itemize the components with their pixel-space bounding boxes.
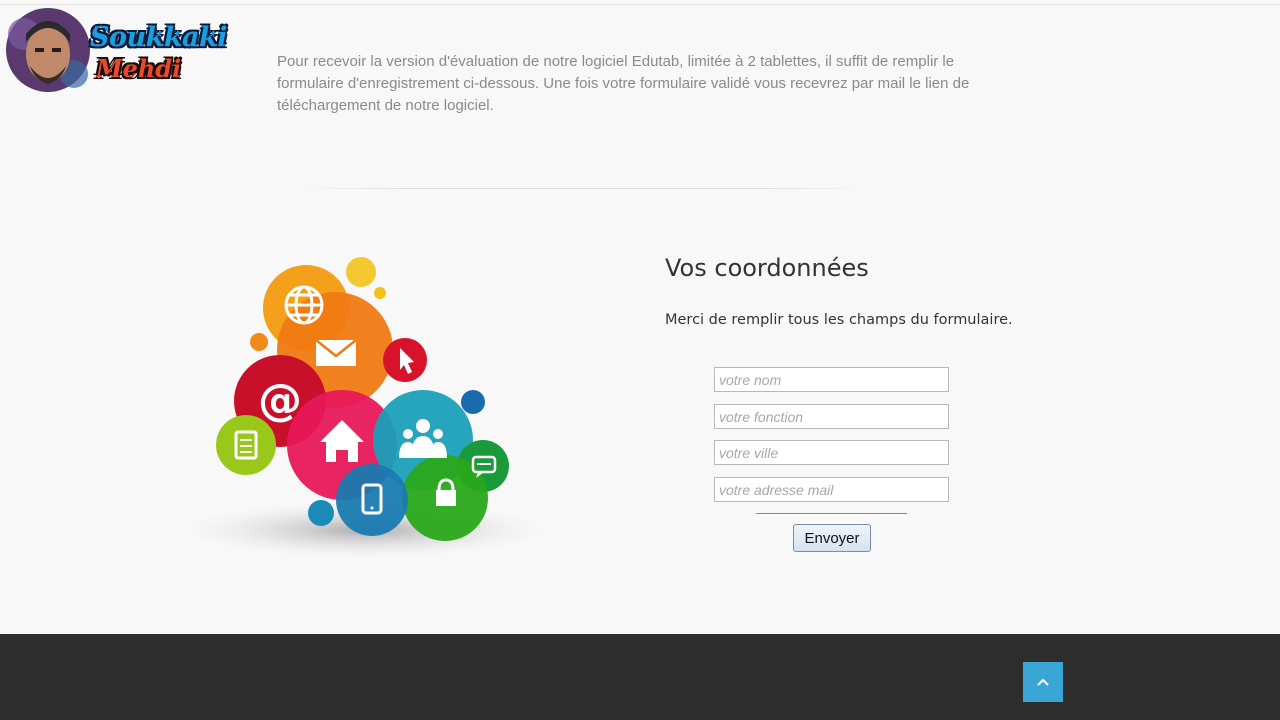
submit-button[interactable]: Envoyer: [793, 524, 871, 552]
chevron-up-icon: [1037, 678, 1049, 686]
avatar: [4, 4, 92, 96]
city-field[interactable]: [714, 440, 949, 465]
channel-logo: Soukkaki Mehdi: [0, 0, 228, 100]
form-title: Vos coordonnées: [665, 254, 869, 282]
communication-illustration: @: [180, 250, 560, 570]
form-instructions: Merci de remplir tous les champs du form…: [665, 312, 1013, 328]
envelope-icon: [315, 339, 357, 366]
name-field[interactable]: [714, 367, 949, 392]
page: Soukkaki Mehdi Pour recevoir la version …: [0, 0, 1280, 720]
at-sign-icon: @: [258, 375, 302, 426]
function-field[interactable]: [714, 404, 949, 429]
svg-text:@: @: [258, 375, 302, 426]
logo-text-second: Mehdi: [96, 54, 182, 83]
email-field[interactable]: [714, 477, 949, 502]
logo-text-first: Soukkaki: [90, 22, 228, 53]
scroll-to-top-button[interactable]: [1023, 662, 1063, 702]
section-divider: [300, 188, 872, 189]
intro-paragraph: Pour recevoir la version d'évaluation de…: [277, 53, 970, 114]
form-separator: [756, 513, 907, 514]
footer: [0, 634, 1280, 720]
